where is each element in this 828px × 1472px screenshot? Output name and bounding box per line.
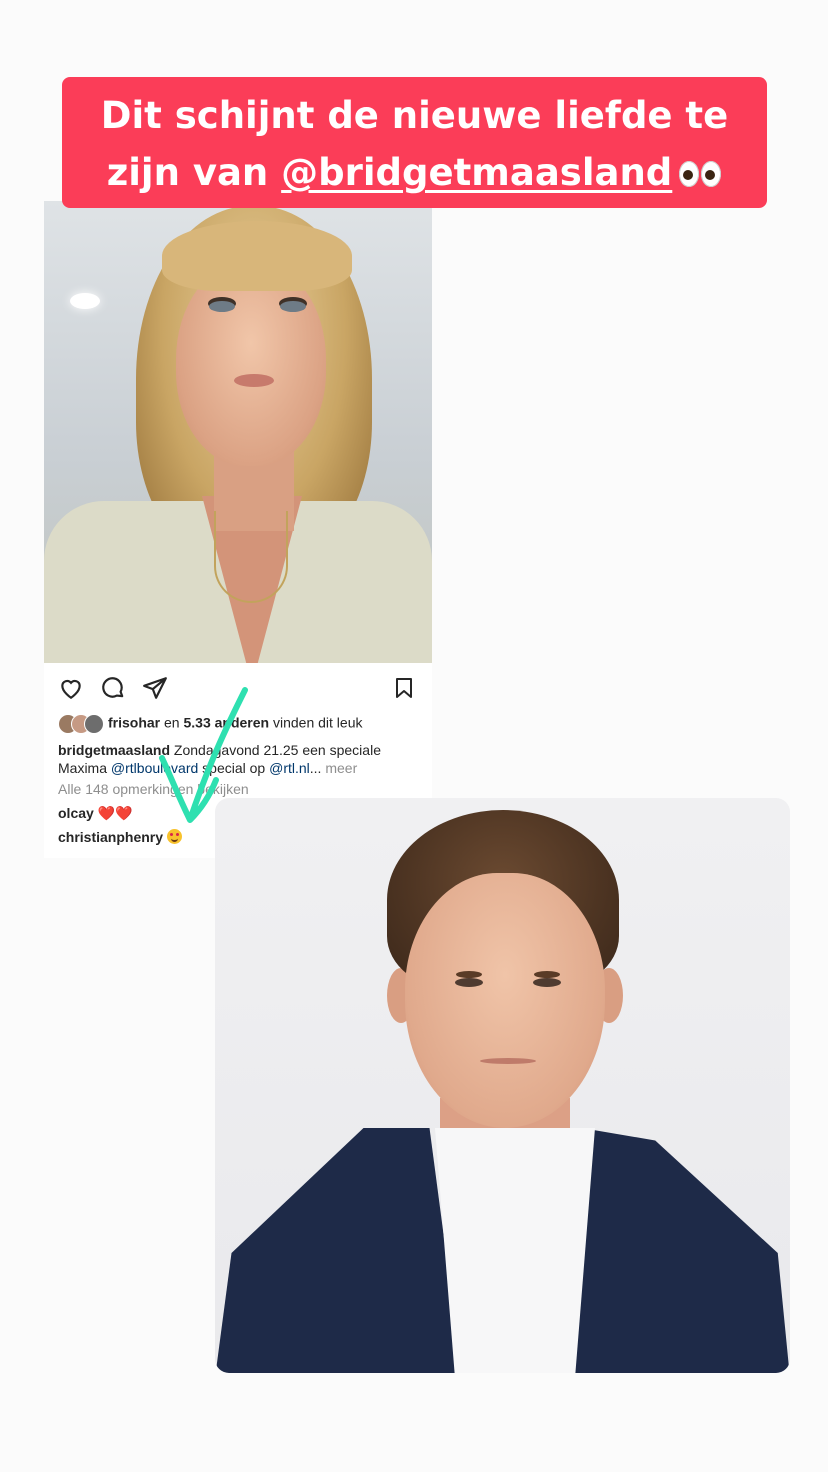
comment-icon[interactable] (100, 675, 126, 701)
comment-olcay: olcay ❤️❤️ (58, 805, 133, 822)
caption-mention-rtl[interactable]: @rtl.nl (269, 760, 310, 776)
heart-eyes-emoji-icon (166, 829, 182, 844)
comment-text: ❤️❤️ (97, 805, 133, 821)
post-photo-woman (44, 201, 432, 663)
story-text-banner: Dit schijnt de nieuwe liefde te zijn van… (62, 77, 767, 208)
comment-christianphenry: christianphenry (58, 829, 182, 845)
banner-line-1: Dit schijnt de nieuwe liefde te (100, 94, 729, 137)
banner-line-2-prefix: zijn van (106, 151, 282, 194)
comment-username[interactable]: christianphenry (58, 829, 163, 845)
more-link[interactable]: meer (325, 760, 357, 776)
ceiling-light (70, 293, 100, 309)
mention-link[interactable]: @bridgetmaasland (281, 151, 672, 194)
bookmark-icon[interactable] (392, 675, 416, 701)
necklace (214, 511, 288, 603)
heart-icon[interactable] (58, 675, 84, 701)
liker-avatars (58, 714, 104, 734)
portrait-photo-man (215, 798, 790, 1373)
banner-line-2: zijn van @bridgetmaasland (80, 144, 749, 203)
comment-username[interactable]: olcay (58, 805, 94, 821)
eyes-emoji-icon (678, 146, 722, 203)
